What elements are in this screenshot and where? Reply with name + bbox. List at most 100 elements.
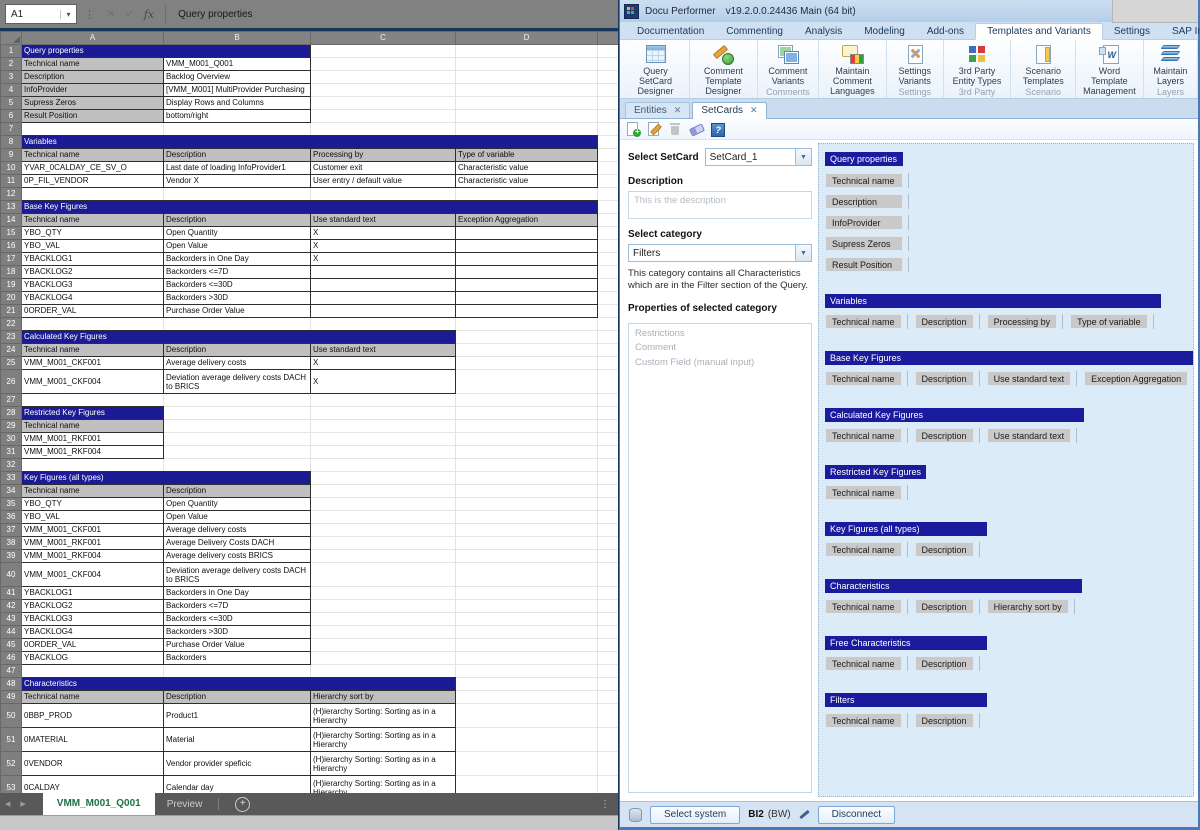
row-header[interactable]: 39 <box>1 550 22 563</box>
menu-tab[interactable]: Settings <box>1103 24 1161 39</box>
sheet-cell[interactable]: Variables <box>22 136 598 149</box>
column-header[interactable]: B <box>164 32 311 45</box>
sheet-cell[interactable]: Backorders in One Day <box>164 253 311 266</box>
sheet-cell[interactable]: YBACKLOG4 <box>22 626 164 639</box>
sheet-cell[interactable] <box>598 71 619 84</box>
sheet-cell[interactable]: Description <box>164 485 311 498</box>
sheet-cell[interactable] <box>456 71 598 84</box>
eraser-icon[interactable] <box>688 121 704 137</box>
sheet-cell[interactable]: User entry / default value <box>311 175 456 188</box>
sheet-cell[interactable] <box>456 45 598 58</box>
sheet-cell[interactable] <box>311 524 456 537</box>
row-header[interactable]: 3 <box>1 71 22 84</box>
sheet-cell[interactable]: [VMM_M001] MultiProvider Purchasing <box>164 84 311 97</box>
sheet-cell[interactable] <box>598 279 619 292</box>
sheet-cell[interactable] <box>456 123 598 136</box>
sheet-cell[interactable] <box>598 613 619 626</box>
sheet-cell[interactable]: YBO_VAL <box>22 511 164 524</box>
sheet-cell[interactable]: Backorders <=7D <box>164 600 311 613</box>
sheet-cell[interactable]: 0ORDER_VAL <box>22 639 164 652</box>
sheet-cell[interactable]: VMM_M001_RKF004 <box>22 446 164 459</box>
row-header[interactable]: 10 <box>1 162 22 175</box>
sheet-cell[interactable]: 0MATERIAL <box>22 728 164 752</box>
sheet-cell[interactable]: VMM_M001_CKF004 <box>22 370 164 394</box>
sheet-cell[interactable] <box>311 97 456 110</box>
sheet-cell[interactable] <box>22 665 164 678</box>
sheet-cell[interactable] <box>456 752 598 776</box>
select-all-corner[interactable] <box>1 32 22 45</box>
sheet-cell[interactable]: Technical name <box>22 420 164 433</box>
ribbon-button[interactable]: Comment Template Designer <box>695 43 752 96</box>
row-header[interactable]: 21 <box>1 305 22 318</box>
row-header[interactable]: 13 <box>1 201 22 214</box>
document-tab[interactable]: Entities✕ <box>625 102 690 118</box>
sheet-cell[interactable] <box>456 331 598 344</box>
sheet-cell[interactable]: Open Quantity <box>164 498 311 511</box>
row-header[interactable]: 46 <box>1 652 22 665</box>
sheet-cell[interactable]: Average Delivery Costs DACH <box>164 537 311 550</box>
sheet-cell[interactable]: Hierarchy sort by <box>311 691 456 704</box>
sheet-cell[interactable] <box>311 485 456 498</box>
sheet-cell[interactable] <box>456 626 598 639</box>
sheet-cell[interactable]: Average delivery costs <box>164 524 311 537</box>
sheet-cell[interactable]: Average delivery costs <box>164 357 311 370</box>
preview-section-header[interactable]: Query properties <box>825 152 903 166</box>
menu-tab[interactable]: Templates and Variants <box>975 23 1103 40</box>
sheet-cell[interactable]: Backorders <=30D <box>164 613 311 626</box>
sheet-cell[interactable]: YBACKLOG1 <box>22 253 164 266</box>
ribbon-button[interactable]: Query SetCard Designer <box>627 43 684 96</box>
close-icon[interactable]: ✕ <box>674 105 682 116</box>
sheet-cell[interactable] <box>456 97 598 110</box>
sheet-cell[interactable] <box>598 433 619 446</box>
sheet-cell[interactable] <box>311 45 456 58</box>
disconnect-button[interactable]: Disconnect <box>818 806 895 824</box>
sheet-cell[interactable] <box>598 600 619 613</box>
sheet-cell[interactable] <box>598 331 619 344</box>
preview-section-header[interactable]: Restricted Key Figures <box>825 465 926 479</box>
sheet-cell[interactable] <box>311 537 456 550</box>
sheet-cell[interactable]: YBACKLOG4 <box>22 292 164 305</box>
ribbon-button[interactable]: Comment Variants <box>763 43 813 86</box>
row-header[interactable]: 11 <box>1 175 22 188</box>
sheet-cell[interactable] <box>456 188 598 201</box>
sheet-cell[interactable]: X <box>311 227 456 240</box>
preview-field-chip[interactable]: Type of variable <box>1070 314 1148 329</box>
row-header[interactable]: 12 <box>1 188 22 201</box>
sheet-tab[interactable]: Preview <box>155 799 215 810</box>
sheet-cell[interactable] <box>598 394 619 407</box>
sheet-cell[interactable]: Restricted Key Figures <box>22 407 164 420</box>
sheet-cell[interactable]: bottom/right <box>164 110 311 123</box>
sheet-cell[interactable] <box>311 472 456 485</box>
sheet-cell[interactable] <box>164 318 311 331</box>
preview-field-chip[interactable]: Description <box>825 194 903 209</box>
sheet-cell[interactable] <box>456 524 598 537</box>
sheet-cell[interactable] <box>22 394 164 407</box>
sheet-cell[interactable] <box>598 537 619 550</box>
menu-tab[interactable]: SAP Integration <box>1161 24 1200 39</box>
tab-scroll-left-icon[interactable]: ◀ <box>5 800 10 808</box>
sheet-cell[interactable]: 0BBP_PROD <box>22 704 164 728</box>
sheet-cell[interactable] <box>598 498 619 511</box>
row-header[interactable]: 6 <box>1 110 22 123</box>
menu-tab[interactable]: Documentation <box>626 24 715 39</box>
sheet-cell[interactable] <box>311 563 456 587</box>
sheet-cell[interactable] <box>456 407 598 420</box>
sheet-cell[interactable] <box>456 587 598 600</box>
sheet-cell[interactable]: Purchase Order Value <box>164 305 311 318</box>
sheet-cell[interactable]: YBACKLOG3 <box>22 279 164 292</box>
sheet-cell[interactable] <box>311 639 456 652</box>
sheet-cell[interactable] <box>598 370 619 394</box>
preview-field-chip[interactable]: Description <box>915 314 974 329</box>
preview-field-chip[interactable]: Technical name <box>825 542 902 557</box>
sheet-cell[interactable] <box>456 344 598 357</box>
sheet-cell[interactable]: Display Rows and Columns <box>164 97 311 110</box>
sheet-cell[interactable] <box>456 240 598 253</box>
row-header[interactable]: 44 <box>1 626 22 639</box>
sheet-cell[interactable]: 0P_FIL_VENDOR <box>22 175 164 188</box>
sheet-cell[interactable]: 0CALDAY <box>22 776 164 794</box>
sheet-cell[interactable]: Type of variable <box>456 149 598 162</box>
ribbon-button[interactable]: Word Template Management <box>1081 43 1138 96</box>
sheet-cell[interactable]: YBACKLOG2 <box>22 600 164 613</box>
sheet-cell[interactable] <box>164 420 311 433</box>
sheet-cell[interactable] <box>598 318 619 331</box>
